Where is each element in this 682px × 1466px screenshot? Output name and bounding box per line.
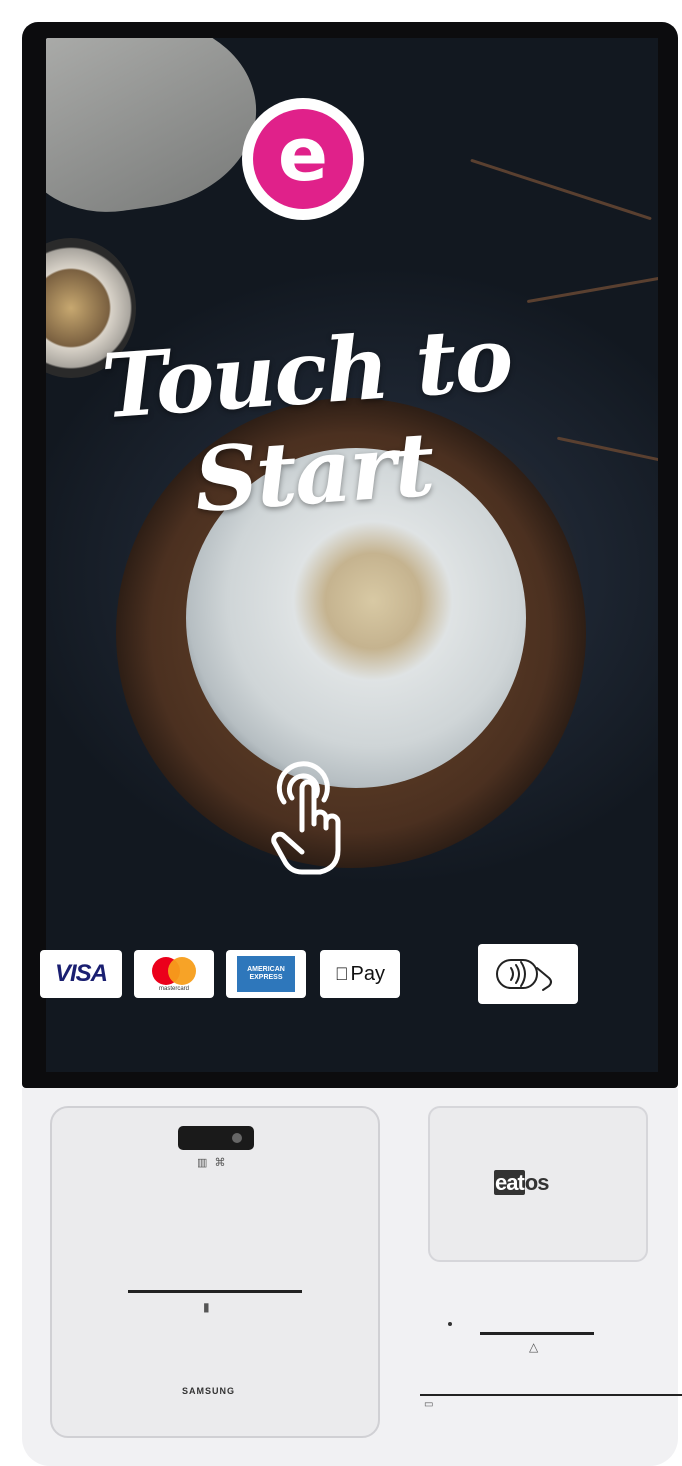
receipt-slot[interactable] xyxy=(480,1332,594,1335)
background-cloth xyxy=(46,38,269,224)
mastercard-orange-circle xyxy=(168,956,196,985)
scanner-label: ▥ ⌘ xyxy=(197,1157,228,1169)
scanner-lens xyxy=(232,1133,242,1143)
mastercard-icon: mastercard xyxy=(134,950,214,998)
eatos-brand-prefix: eat xyxy=(494,1170,525,1195)
apple-icon:  xyxy=(335,964,349,985)
eatos-brand-suffix: os xyxy=(524,1170,550,1195)
contactless-symbol xyxy=(496,959,552,991)
mastercard-circles xyxy=(152,956,196,985)
amex-card-icon: AMERICAN EXPRESS xyxy=(226,950,306,998)
background-twig xyxy=(526,275,658,304)
samsung-brand-label: SAMSUNG xyxy=(182,1386,236,1396)
visa-card-icon: VISA xyxy=(40,950,122,998)
apple-pay-label: Pay xyxy=(343,962,385,985)
card-slot-icon: ▮ xyxy=(203,1300,210,1314)
logo-letter: e xyxy=(253,109,353,209)
barcode-scanner[interactable] xyxy=(178,1126,254,1150)
contactless-icon xyxy=(478,944,578,1004)
eatos-logo: e xyxy=(242,98,364,220)
card-reader-slot[interactable] xyxy=(420,1394,682,1396)
card-reader-icon: ▭ xyxy=(424,1399,434,1410)
touch-hand-icon[interactable] xyxy=(262,758,352,878)
amex-label: AMERICAN EXPRESS xyxy=(237,956,295,992)
eatos-brand-label: eatos xyxy=(494,1170,550,1196)
apple-pay-icon:  Pay xyxy=(320,950,400,998)
background-twig xyxy=(556,436,658,463)
card-slot[interactable] xyxy=(128,1290,302,1293)
mastercard-label: mastercard xyxy=(158,985,189,992)
indicator-light xyxy=(448,1322,452,1326)
touch-to-start-title[interactable]: Touch to Start xyxy=(84,306,537,537)
receipt-icon: △ xyxy=(529,1340,539,1354)
background-twig xyxy=(470,158,652,221)
